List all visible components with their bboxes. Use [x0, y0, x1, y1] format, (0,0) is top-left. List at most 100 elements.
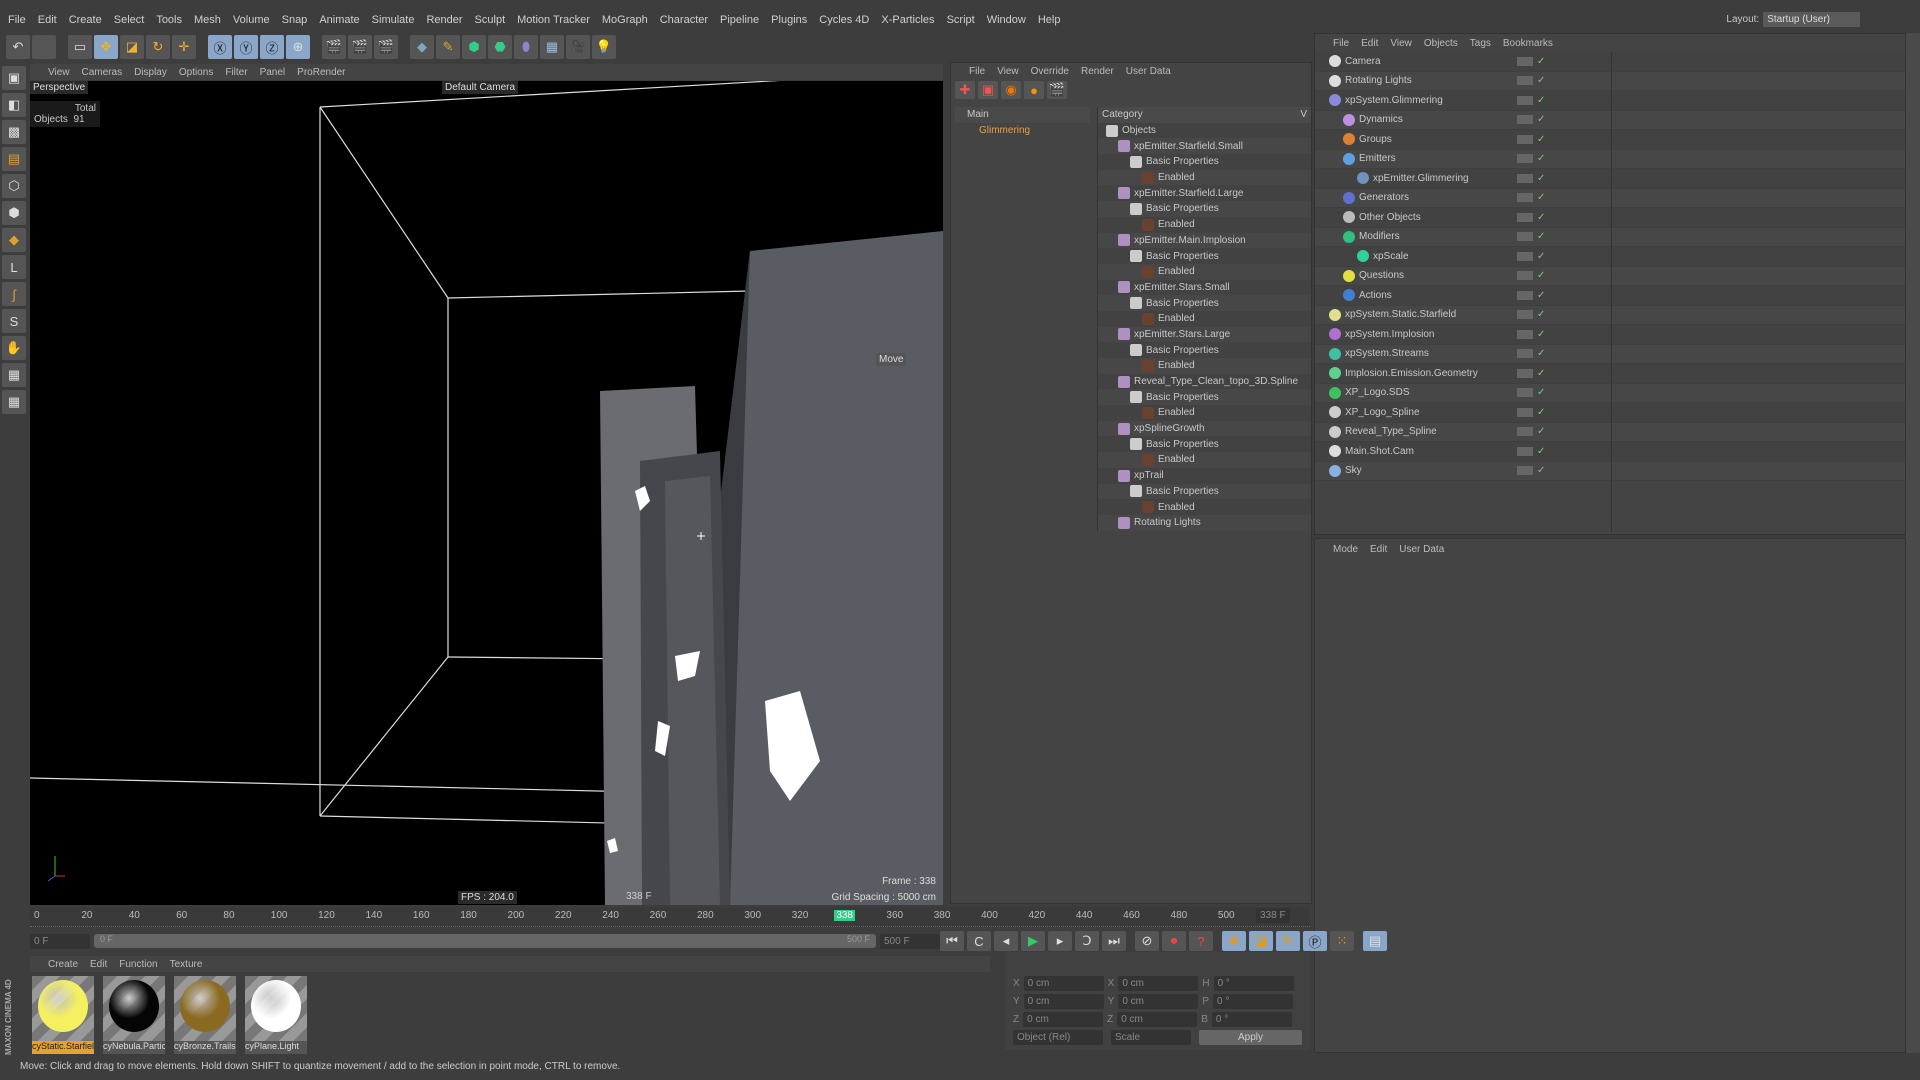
transform-tool-icon[interactable]: ✛: [172, 35, 196, 59]
menu-edit[interactable]: Edit: [38, 14, 57, 26]
floor-icon[interactable]: ▦: [540, 35, 564, 59]
menu-tools[interactable]: Tools: [156, 14, 182, 26]
take-override-row[interactable]: Enabled: [1098, 358, 1311, 374]
take-override-row[interactable]: Basic Properties: [1098, 483, 1311, 500]
take-override-row[interactable]: Enabled: [1098, 499, 1311, 515]
apply-button[interactable]: Apply: [1199, 1030, 1302, 1045]
object-row[interactable]: Questions ✓: [1315, 266, 1905, 286]
take-override-row[interactable]: xpEmitter.Starfield.Large: [1098, 185, 1311, 202]
coord-value-field[interactable]: 0 cm: [1023, 975, 1104, 991]
material-swatch[interactable]: cyBronze.Trails: [174, 976, 236, 1054]
take-override-row[interactable]: Enabled: [1098, 452, 1311, 468]
visibility-dots-icon[interactable]: [1517, 271, 1533, 281]
record-disabled-icon[interactable]: ⊘: [1135, 931, 1159, 951]
take-override-row[interactable]: xpEmitter.Stars.Small: [1098, 279, 1311, 296]
soft-select-icon[interactable]: ✋: [2, 336, 26, 360]
coord-value-field[interactable]: 0 °: [1211, 1011, 1292, 1027]
object-menu-tags[interactable]: Tags: [1470, 38, 1491, 49]
coord-scale-dropdown[interactable]: Scale: [1111, 1030, 1191, 1045]
record-icon[interactable]: ⏺: [1162, 931, 1186, 951]
object-menu-bookmarks[interactable]: Bookmarks: [1503, 38, 1553, 49]
object-menu-file[interactable]: File: [1333, 38, 1349, 49]
object-row[interactable]: xpSystem.Glimmering ✓: [1315, 91, 1905, 111]
take-override-row[interactable]: Basic Properties: [1098, 154, 1311, 170]
viewport-menu-prorender[interactable]: ProRender: [297, 67, 345, 78]
coord-value-field[interactable]: 0 cm: [1023, 1011, 1104, 1027]
take-override-row[interactable]: Enabled: [1098, 263, 1311, 280]
viewport-menu-cameras[interactable]: Cameras: [82, 67, 123, 78]
visibility-dots-icon[interactable]: [1517, 310, 1533, 320]
start-frame-field[interactable]: 0 F: [30, 933, 90, 949]
end-frame-field[interactable]: 500 F: [880, 933, 940, 949]
object-row[interactable]: Actions ✓: [1315, 286, 1905, 306]
menu-window[interactable]: Window: [987, 14, 1026, 26]
take-override-row[interactable]: xpEmitter.Starfield.Small: [1098, 138, 1311, 155]
object-row[interactable]: Reveal_Type_Spline ✓: [1315, 422, 1905, 442]
scale-tool-icon[interactable]: ◪: [120, 35, 144, 59]
menu-x-particles[interactable]: X-Particles: [881, 14, 934, 26]
menu-select[interactable]: Select: [114, 14, 145, 26]
take-override-row[interactable]: Enabled: [1098, 169, 1311, 186]
object-row[interactable]: Groups ✓: [1315, 130, 1905, 150]
menu-character[interactable]: Character: [660, 14, 708, 26]
take-override-row[interactable]: Rotating Lights: [1098, 514, 1311, 531]
take-override-row[interactable]: Enabled: [1098, 405, 1311, 421]
menu-help[interactable]: Help: [1038, 14, 1061, 26]
menu-file[interactable]: File: [8, 14, 26, 26]
visibility-dots-icon[interactable]: [1517, 368, 1533, 378]
menu-volume[interactable]: Volume: [233, 14, 270, 26]
range-slider[interactable]: 0 F 500 F: [94, 934, 876, 948]
coord-value-field[interactable]: 0 cm: [1118, 975, 1199, 991]
take-override-row[interactable]: Objects: [1098, 122, 1311, 139]
menu-mograph[interactable]: MoGraph: [602, 14, 648, 26]
take-override-row[interactable]: Basic Properties: [1098, 436, 1311, 453]
enabled-check-icon[interactable]: ✓: [1537, 329, 1545, 340]
object-row[interactable]: Generators ✓: [1315, 188, 1905, 208]
object-row[interactable]: Emitters ✓: [1315, 149, 1905, 169]
add-take-icon[interactable]: ✚: [955, 81, 975, 99]
enabled-check-icon[interactable]: ✓: [1537, 368, 1545, 379]
visibility-dots-icon[interactable]: [1517, 349, 1533, 359]
object-menu-view[interactable]: View: [1390, 38, 1412, 49]
take-override-row[interactable]: Basic Properties: [1098, 201, 1311, 217]
object-row[interactable]: xpScale ✓: [1315, 247, 1905, 267]
key-pla-icon[interactable]: ⁙: [1330, 931, 1354, 951]
array-icon[interactable]: ⬣: [488, 35, 512, 59]
enabled-check-icon[interactable]: ✓: [1537, 95, 1545, 106]
visibility-dots-icon[interactable]: [1517, 232, 1533, 242]
viewport-name[interactable]: Perspective: [30, 81, 89, 94]
coord-value-field[interactable]: 0 cm: [1117, 1011, 1198, 1027]
visibility-dots-icon[interactable]: [1517, 154, 1533, 164]
enabled-check-icon[interactable]: ✓: [1537, 270, 1545, 281]
visibility-dots-icon[interactable]: [1517, 290, 1533, 300]
viewport-menu-panel[interactable]: Panel: [260, 67, 286, 78]
menu-motion-tracker[interactable]: Motion Tracker: [517, 14, 590, 26]
enabled-check-icon[interactable]: ✓: [1537, 407, 1545, 418]
take-main[interactable]: Main: [955, 107, 1090, 123]
go-to-end-icon[interactable]: ⏭: [1102, 931, 1126, 951]
texture-mode-icon[interactable]: ▩: [2, 120, 26, 144]
object-menu-edit[interactable]: Edit: [1361, 38, 1378, 49]
object-menu-objects[interactable]: Objects: [1424, 38, 1458, 49]
y-axis-icon[interactable]: Ⓨ: [234, 35, 258, 59]
visibility-dots-icon[interactable]: [1517, 407, 1533, 417]
object-row[interactable]: xpSystem.Streams ✓: [1315, 344, 1905, 364]
enabled-check-icon[interactable]: ✓: [1537, 134, 1545, 145]
key-position-icon[interactable]: ✥: [1222, 931, 1246, 951]
key-rotation-icon[interactable]: ↻: [1276, 931, 1300, 951]
enabled-check-icon[interactable]: ✓: [1537, 426, 1545, 437]
take-menu-override[interactable]: Override: [1031, 66, 1069, 77]
enabled-check-icon[interactable]: ✓: [1537, 192, 1545, 203]
current-frame-field[interactable]: 338 F: [1256, 908, 1290, 923]
prev-key-icon[interactable]: C: [967, 931, 991, 951]
render-settings-icon[interactable]: 🎬: [374, 35, 398, 59]
object-row[interactable]: Sky ✓: [1315, 461, 1905, 481]
coord-value-field[interactable]: 0 °: [1213, 975, 1294, 991]
visibility-dots-icon[interactable]: [1517, 388, 1533, 398]
side-tabs[interactable]: [1906, 33, 1920, 1053]
take-menu-user-data[interactable]: User Data: [1126, 66, 1171, 77]
take-override-row[interactable]: xpTrail: [1098, 467, 1311, 484]
polygons-mode-icon[interactable]: ◆: [2, 228, 26, 252]
points-mode-icon[interactable]: ⬡: [2, 174, 26, 198]
object-row[interactable]: XP_Logo_Spline ✓: [1315, 403, 1905, 423]
